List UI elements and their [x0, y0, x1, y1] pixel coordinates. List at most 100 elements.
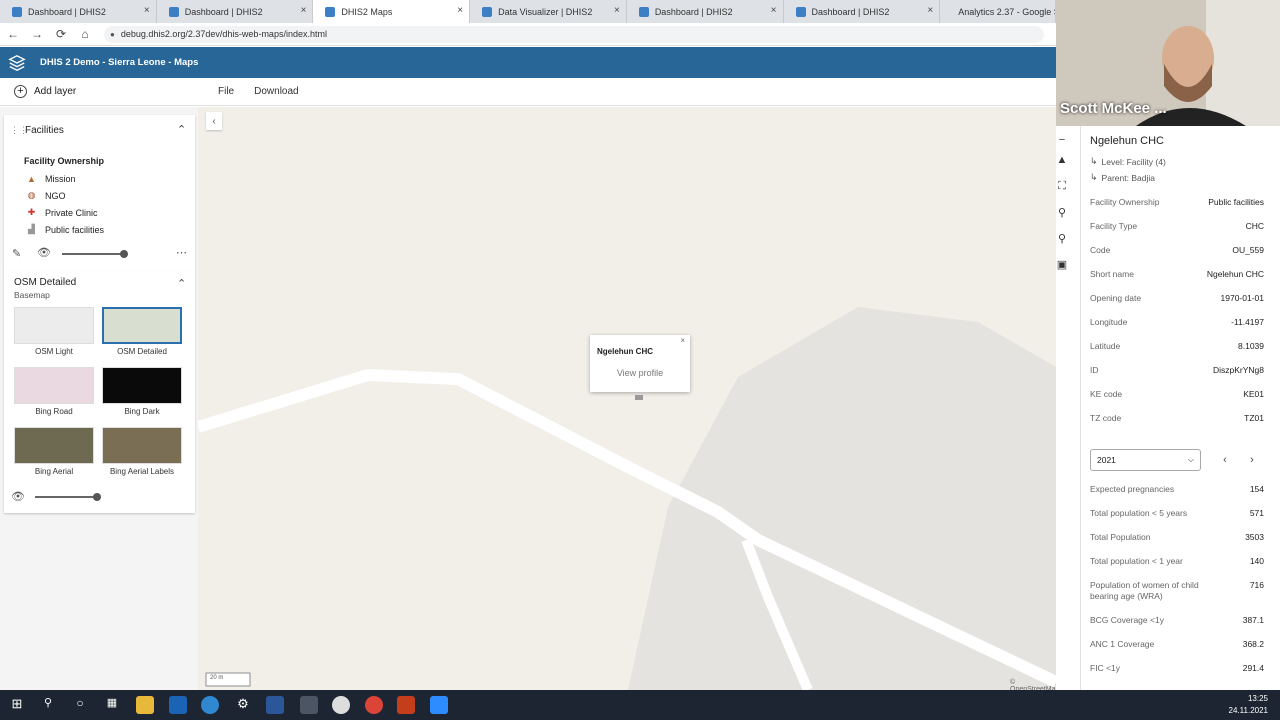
chrome-profile-icon[interactable] [332, 696, 350, 714]
browser-tab[interactable]: Dashboard | DHIS2 × [627, 0, 784, 23]
map-canvas[interactable]: ‹ 20 m © OpenStreetMap Ngelehun CHC × Vi… [198, 107, 1056, 690]
browser-tab-label: Dashboard | DHIS2 [654, 6, 733, 17]
basemap-thumbnail[interactable] [102, 367, 182, 404]
forward-icon[interactable]: → [26, 27, 48, 41]
browser-tab[interactable]: Dashboard | DHIS2 × [784, 0, 941, 23]
search-icon[interactable]: ⚲ [39, 696, 57, 714]
basemap-thumbnail[interactable] [14, 367, 94, 404]
basemap-thumbnail[interactable] [102, 427, 182, 464]
browser-tab[interactable]: DHIS2 Maps × [313, 0, 471, 23]
home-icon[interactable]: ⌂ [74, 27, 96, 41]
data-item-value: 387.1 [1242, 615, 1264, 625]
basemap-label: Bing Road [35, 407, 73, 416]
facilities-layer-title: Facilities [25, 125, 64, 136]
browser-tab[interactable]: Analytics 2.37 - Google Sl [940, 0, 1056, 23]
basemap-option[interactable]: Bing Aerial Labels [102, 427, 182, 476]
attribute-key: Longitude [1090, 317, 1128, 327]
close-icon[interactable]: × [301, 5, 307, 16]
collapse-panel-chevron-icon[interactable]: ‹ [206, 112, 222, 130]
collapse-chevron-icon[interactable]: ⌃ [177, 123, 186, 136]
close-icon[interactable]: × [614, 5, 620, 16]
basemap-option[interactable]: Bing Road [14, 367, 94, 416]
visibility-eye-icon[interactable]: 👁 [37, 246, 51, 259]
back-icon[interactable]: ← [2, 27, 24, 41]
data-value-row: BCG Coverage <1y 387.1 [1090, 615, 1264, 626]
basemap-option[interactable]: OSM Detailed [102, 307, 182, 356]
zoom-icon[interactable] [430, 696, 448, 714]
view-profile-link[interactable]: View profile [590, 368, 690, 378]
powerpoint-icon[interactable] [397, 696, 415, 714]
basemap-option[interactable]: Bing Dark [102, 367, 182, 416]
more-options-icon[interactable]: ⋯ [176, 246, 188, 259]
close-icon[interactable]: × [144, 5, 150, 16]
settings-gear-icon[interactable]: ⚙ [234, 696, 252, 714]
search-icon[interactable]: ⚲ [1052, 228, 1072, 248]
basemap-thumbnail[interactable] [102, 307, 182, 344]
map-attribution[interactable]: © OpenStreetMap [1010, 679, 1056, 690]
browser-tab[interactable]: Dashboard | DHIS2 × [0, 0, 157, 23]
browser-tab[interactable]: Dashboard | DHIS2 × [157, 0, 314, 23]
opacity-slider[interactable] [62, 250, 128, 258]
mission-icon: ▲ [27, 173, 36, 184]
facility-marker-icon[interactable] [635, 395, 643, 400]
basemap-option[interactable]: OSM Light [14, 307, 94, 356]
dhis2-favicon-icon [168, 6, 179, 17]
hierarchy-icon: ↳ [1090, 156, 1098, 166]
reset-bearing-icon[interactable]: ▲ [1052, 150, 1072, 170]
attribute-row: KE code KE01 [1090, 389, 1264, 399]
basemap-subtitle: Basemap [14, 290, 50, 300]
edit-pencil-icon[interactable]: ✎ [12, 247, 21, 260]
attribute-value: Ngelehun CHC [1206, 269, 1264, 279]
data-value-row: Total Population 3503 [1090, 532, 1264, 543]
close-icon[interactable]: × [771, 5, 777, 16]
close-icon[interactable]: × [927, 5, 933, 16]
browser-tab-label: Data Visualizer | DHIS2 [498, 6, 593, 17]
basemap-thumbnail[interactable] [14, 427, 94, 464]
word-icon[interactable] [266, 696, 284, 714]
basemap-option[interactable]: Bing Aerial [14, 427, 94, 476]
basemap-title: OSM Detailed [14, 277, 77, 288]
file-menu[interactable]: File [218, 86, 234, 97]
windows-start-icon[interactable]: ⊞ [8, 696, 26, 714]
file-explorer-icon[interactable] [136, 696, 154, 714]
toolbar: + Add layer File Download [0, 78, 1056, 106]
attribute-value: TZ01 [1244, 413, 1264, 423]
cortana-icon[interactable]: ○ [71, 696, 89, 714]
basemap-opacity-slider[interactable] [35, 493, 101, 501]
url-text: debug.dhis2.org/2.37dev/dhis-web-maps/in… [120, 29, 327, 39]
fullscreen-icon[interactable]: ⛶ [1052, 176, 1072, 196]
chrome-active-icon[interactable] [300, 696, 318, 714]
collapse-chevron-icon[interactable]: ⌃ [177, 277, 186, 290]
download-menu[interactable]: Download [254, 86, 298, 97]
reload-icon[interactable]: ⟳ [50, 27, 72, 41]
chrome-icon[interactable] [365, 696, 383, 714]
attribute-value: DiszpKrYNg8 [1212, 365, 1264, 375]
slider-knob[interactable] [93, 493, 101, 501]
year-select[interactable]: 2021 ⌵ [1090, 449, 1201, 471]
basemap-label: Bing Aerial [34, 467, 74, 476]
previous-year-icon[interactable]: ‹ [1216, 451, 1234, 469]
task-view-icon[interactable]: ▦ [103, 696, 121, 714]
url-field[interactable]: ● debug.dhis2.org/2.37dev/dhis-web-maps/… [104, 25, 1044, 43]
webcam-overlay: Scott McKee ... [1056, 0, 1280, 126]
slider-knob[interactable] [120, 250, 128, 258]
zoom-to-content-icon[interactable]: ⚲ [1052, 202, 1072, 222]
next-year-icon[interactable]: › [1243, 451, 1261, 469]
close-icon[interactable]: × [680, 336, 685, 345]
visibility-eye-icon[interactable]: 👁 [11, 490, 25, 503]
attribute-value: 8.1039 [1238, 341, 1264, 351]
edge-icon[interactable] [201, 696, 219, 714]
dhis2-logo-icon[interactable] [8, 54, 26, 72]
measure-icon[interactable]: ▣ [1052, 254, 1072, 274]
outlook-icon[interactable] [169, 696, 187, 714]
add-layer-button[interactable]: + Add layer [14, 85, 204, 98]
browser-tab[interactable]: Data Visualizer | DHIS2 × [470, 0, 627, 23]
dhis2-favicon-icon [482, 6, 493, 17]
basemap-thumbnail[interactable] [14, 307, 94, 344]
zoom-out-icon[interactable]: − [1052, 130, 1072, 150]
system-clock[interactable]: 13:25 24.11.2021 [1229, 693, 1268, 717]
close-icon[interactable]: × [457, 5, 463, 16]
windows-taskbar: ⊞ ⚲ ○ ▦ ⚙ 13:25 24.11.2021 [0, 690, 1280, 720]
legend-item-label: Private Clinic [45, 207, 98, 218]
legend-item: ✚ Private Clinic [26, 207, 98, 218]
